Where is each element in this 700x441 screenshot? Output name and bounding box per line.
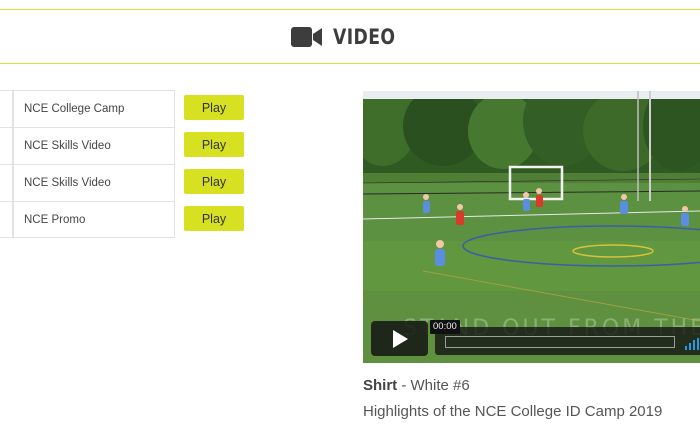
video-caption: Shirt - White #6 Highlights of the NCE C… (363, 376, 662, 422)
play-icon (392, 329, 408, 348)
video-title: NCE Skills Video (13, 127, 175, 164)
progress-bar[interactable] (445, 336, 675, 348)
play-button[interactable]: Play (184, 169, 244, 194)
row-index-cell (0, 201, 13, 238)
play-button[interactable]: Play (184, 206, 244, 231)
player-play-button[interactable] (371, 321, 428, 356)
volume-icon[interactable] (685, 338, 700, 350)
row-index-cell (0, 127, 13, 164)
section-header: VIDEO (0, 9, 700, 64)
shirt-info: Shirt - White #6 (363, 376, 662, 396)
video-camera-icon (290, 26, 323, 48)
section-header-inner: VIDEO (290, 24, 409, 49)
video-row: NCE Skills Video Play (0, 127, 250, 164)
video-title: NCE Promo (13, 201, 175, 238)
video-title: NCE Skills Video (13, 164, 175, 201)
video-title: NCE College Camp (13, 90, 175, 127)
shirt-value: - White #6 (397, 377, 470, 394)
video-row: NCE College Camp Play (0, 90, 250, 127)
video-description: Highlights of the NCE College ID Camp 20… (363, 403, 663, 420)
video-row: NCE Skills Video Play (0, 164, 250, 201)
video-row: NCE Promo Play (0, 201, 250, 238)
row-index-cell (0, 90, 13, 127)
row-index-cell (0, 164, 13, 201)
section-title: VIDEO (332, 24, 396, 49)
video-list: NCE College Camp Play NCE Skills Video P… (0, 90, 250, 238)
play-button[interactable]: Play (184, 132, 244, 157)
current-time: 00:00 (430, 320, 460, 334)
shirt-label: Shirt (363, 377, 398, 394)
play-button[interactable]: Play (184, 95, 244, 120)
video-player[interactable]: STAND OUT FROM THE 00:00 (363, 91, 700, 363)
